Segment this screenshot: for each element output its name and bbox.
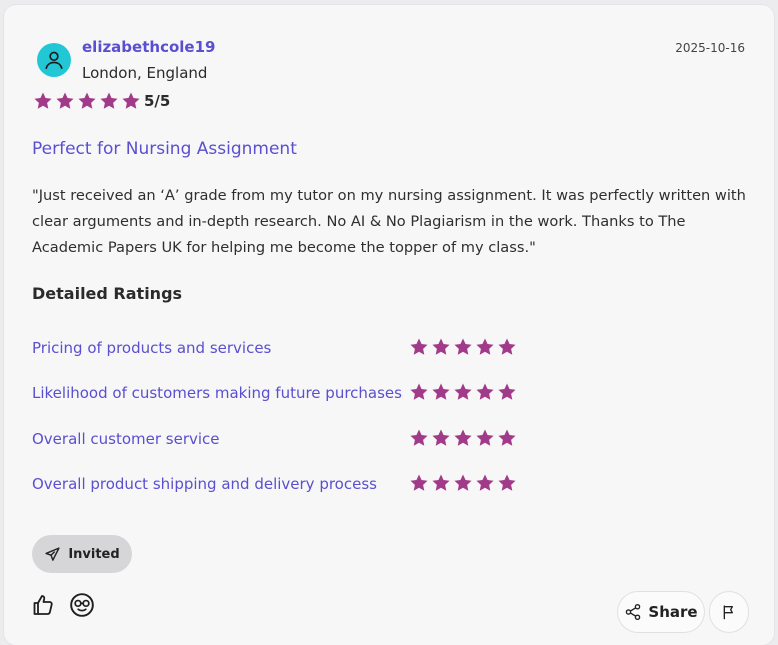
star-icon [454,474,472,491]
star-icon [432,429,450,446]
detailed-rating-row: Likelihood of customers making future pu… [32,381,522,407]
detailed-rating-stars [409,337,517,357]
star-icon [410,338,428,355]
star-icon [454,338,472,355]
detailed-rating-row: Overall product shipping and delivery pr… [32,472,522,498]
detailed-rating-label: Overall product shipping and delivery pr… [32,475,377,493]
star-icon [432,338,450,355]
user-icon [45,51,63,70]
paper-plane-icon [45,546,60,561]
star-icon [432,474,450,491]
star-icon [476,383,494,400]
share-nodes-icon [626,603,641,621]
invited-label: Invited [68,546,120,562]
reaction-button[interactable] [68,591,96,619]
star-icon [410,474,428,491]
share-button[interactable]: Share [618,592,704,632]
star-icon [476,338,494,355]
avatar[interactable] [37,43,71,77]
star-icon [78,92,96,109]
detailed-rating-stars [409,382,517,402]
detailed-rating-row: Overall customer service [32,427,522,453]
star-icon [454,429,472,446]
star-icon [476,474,494,491]
thumbs-up-icon [33,595,53,615]
nerd-face-icon [70,593,94,617]
star-icon [498,429,516,446]
detailed-rating-stars [409,473,517,493]
rating-score: 5/5 [144,92,171,110]
flag-icon [723,605,733,620]
star-icon [476,429,494,446]
review-card: elizabethcole19 London, England 2025-10-… [4,5,774,645]
detailed-rating-label: Overall customer service [32,430,220,448]
star-icon [498,338,516,355]
reviewer-username[interactable]: elizabethcole19 [82,38,215,56]
star-icon [122,92,140,109]
detailed-ratings-heading: Detailed Ratings [32,284,183,303]
star-icon [498,474,516,491]
detailed-rating-stars [409,428,517,448]
star-icon [410,383,428,400]
overall-rating: 5/5 [33,91,170,111]
share-label: Share [648,603,698,621]
report-button[interactable] [710,592,748,632]
detailed-rating-label: Likelihood of customers making future pu… [32,384,402,402]
like-button[interactable] [29,591,57,619]
detailed-rating-row: Pricing of products and services [32,336,522,362]
overall-stars [33,91,141,111]
invited-badge: Invited [32,535,132,573]
review-date: 2025-10-16 [675,41,745,55]
review-title: Perfect for Nursing Assignment [32,139,297,159]
detailed-rating-label: Pricing of products and services [32,339,272,357]
star-icon [100,92,118,109]
star-icon [432,383,450,400]
star-icon [56,92,74,109]
review-body: "Just received an ‘A’ grade from my tuto… [32,187,746,256]
star-icon [410,429,428,446]
star-icon [34,92,52,109]
star-icon [498,383,516,400]
star-icon [454,383,472,400]
reviewer-location: London, England [82,64,208,82]
